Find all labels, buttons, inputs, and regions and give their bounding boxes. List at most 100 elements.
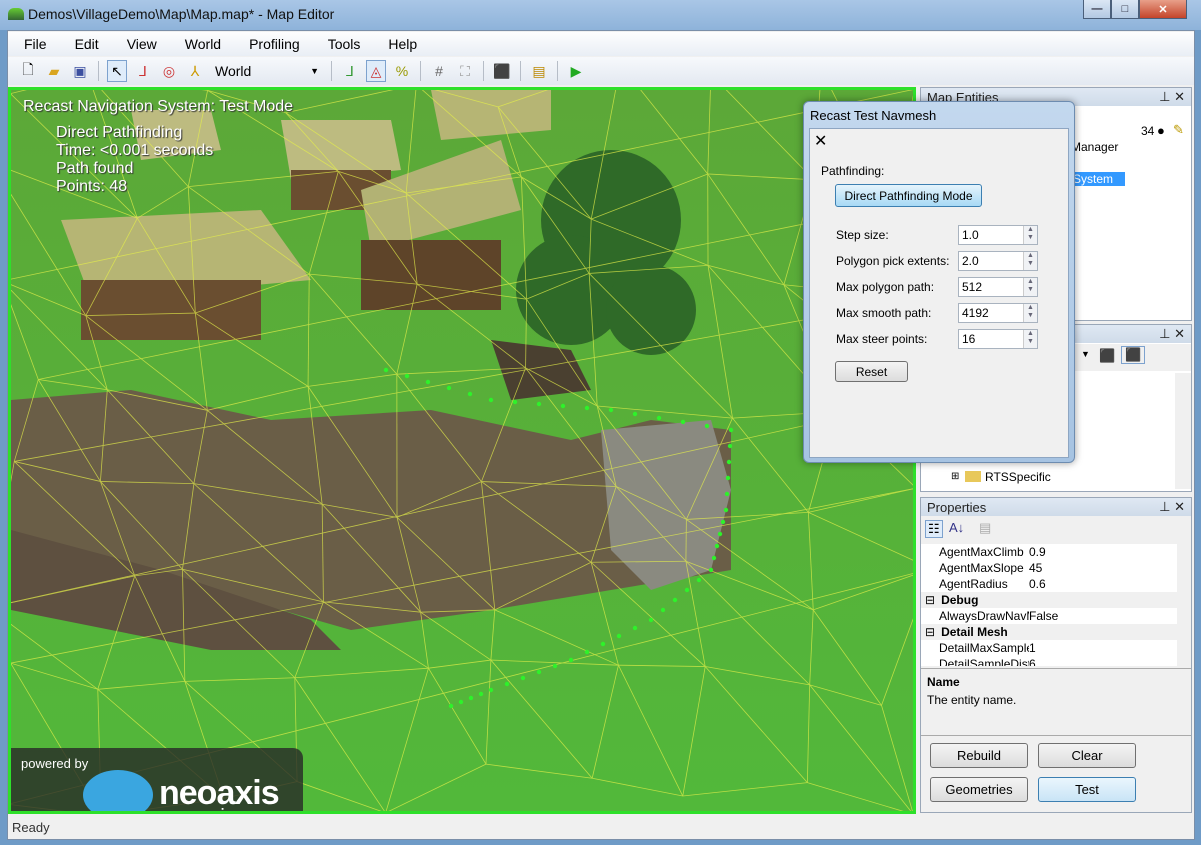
select-icon[interactable]: ↖ (107, 60, 127, 82)
close-icon[interactable]: ✕ (1174, 499, 1185, 514)
property-value[interactable]: 45 (1029, 561, 1042, 575)
reset-button[interactable]: Reset (835, 361, 908, 382)
menu-profiling[interactable]: Profiling (233, 36, 312, 52)
numeric-stepper[interactable]: 512 ▲ ▼ (958, 277, 1038, 297)
tree-item[interactable]: Manager (1071, 140, 1118, 154)
edit-icon[interactable]: ✎ (1173, 122, 1184, 138)
scene-render (11, 90, 913, 811)
grid-icon[interactable]: # (429, 60, 449, 82)
property-pages-icon[interactable]: ▤ (979, 520, 991, 536)
scrollbar[interactable] (1175, 373, 1191, 489)
clear-button[interactable]: Clear (1038, 743, 1136, 768)
sort-alpha-icon[interactable]: A↓ (949, 520, 964, 535)
minimize-button[interactable]: — (1083, 0, 1111, 19)
open-icon[interactable]: ▰ (44, 60, 64, 82)
entity-link-icon[interactable]: ⬛ (1121, 346, 1146, 364)
overlay-line: Points: 48 (56, 178, 128, 195)
frame-icon[interactable]: ⛶ (455, 60, 475, 82)
geometries-button[interactable]: Geometries (930, 777, 1028, 802)
menu-help[interactable]: Help (372, 36, 429, 52)
path-point (632, 625, 638, 631)
3d-viewport[interactable]: Recast Navigation System: Test Mode Dire… (8, 87, 916, 814)
path-point (467, 391, 473, 397)
coordinate-system-select[interactable]: World ▼ (211, 60, 323, 82)
path-point (704, 423, 710, 429)
separator (483, 61, 484, 81)
property-category[interactable]: ⊟ Detail Mesh (921, 624, 1177, 640)
menu-tools[interactable]: Tools (312, 36, 373, 52)
property-row[interactable]: DetailSampleDista 6 (921, 656, 1177, 666)
close-icon[interactable]: ✕ (1174, 326, 1185, 341)
move-icon[interactable]: ⅃ (133, 60, 153, 82)
property-value[interactable]: 6 (1029, 657, 1036, 666)
scale-icon[interactable]: ⅄ (185, 60, 205, 82)
close-icon[interactable]: ✕ (1174, 89, 1185, 104)
entity-icon[interactable]: ⬛ (1099, 348, 1115, 364)
field-row: Step size: 1.0 ▲ ▼ (836, 225, 1038, 245)
close-button[interactable]: ✕ (1139, 0, 1187, 19)
numeric-stepper[interactable]: 2.0 ▲ ▼ (958, 251, 1038, 271)
rotate-icon[interactable]: ◎ (159, 60, 179, 82)
property-value[interactable]: 0.9 (1029, 545, 1046, 559)
pin-icon[interactable]: ⊥ (1159, 89, 1170, 104)
spin-arrows-icon[interactable]: ▲ ▼ (1023, 304, 1037, 322)
property-value[interactable]: 1 (1029, 641, 1036, 655)
menu-edit[interactable]: Edit (59, 36, 111, 52)
separator (520, 61, 521, 81)
menu-world[interactable]: World (169, 36, 233, 52)
numeric-stepper[interactable]: 1.0 ▲ ▼ (958, 225, 1038, 245)
numeric-stepper[interactable]: 4192 ▲ ▼ (958, 303, 1038, 323)
path-point (568, 657, 574, 663)
menu-view[interactable]: View (111, 36, 169, 52)
category-name: Debug (941, 593, 979, 607)
path-point (458, 699, 464, 705)
close-icon[interactable]: ✕ (814, 131, 827, 151)
property-row[interactable]: AgentMaxSlope 45 (921, 560, 1177, 576)
spin-arrows-icon[interactable]: ▲ ▼ (1023, 226, 1037, 244)
percent-icon[interactable]: % (392, 60, 412, 82)
property-category[interactable]: ⊟ Debug (921, 592, 1177, 608)
menu-file[interactable]: File (8, 36, 59, 52)
rebuild-button[interactable]: Rebuild (930, 743, 1028, 768)
collapse-icon[interactable]: ⊟ (925, 593, 935, 607)
path-point (584, 649, 590, 655)
navmesh-icon[interactable]: ◬ (366, 60, 386, 82)
property-grid[interactable]: AgentMaxClimb 0.9 AgentMaxSlope 45 AgentRadi… (921, 544, 1177, 666)
scrollbar[interactable] (1177, 544, 1191, 666)
snap-icon[interactable]: ⅃ (340, 60, 360, 82)
play-icon[interactable]: ▶ (566, 60, 586, 82)
path-point (724, 491, 730, 497)
test-button[interactable]: Test (1038, 777, 1136, 802)
entity-icon[interactable]: ⬛ (492, 60, 512, 82)
categorized-icon[interactable]: ☷ (925, 520, 943, 538)
collapse-icon[interactable]: ⊟ (925, 625, 935, 639)
property-row[interactable]: AlwaysDrawNavMeFalse (921, 608, 1177, 624)
tree-item[interactable]: RTSSpecific (985, 470, 1051, 484)
pin-icon[interactable]: ⊥ (1159, 326, 1170, 341)
new-icon[interactable]: 🗋 (18, 60, 38, 82)
pin-icon[interactable]: ⊥ (1159, 499, 1170, 514)
properties-panel: Properties ⊥ ✕ ☷ A↓ ▤ AgentMaxClimb 0.9 Age… (920, 497, 1192, 813)
numeric-stepper[interactable]: 16 ▲ ▼ (958, 329, 1038, 349)
path-point (708, 567, 714, 573)
property-row[interactable]: DetailMaxSampleE1 (921, 640, 1177, 656)
spin-arrows-icon[interactable]: ▲ ▼ (1023, 330, 1037, 348)
direct-pathfinding-mode-button[interactable]: Direct Pathfinding Mode (835, 184, 982, 207)
tree-item-selected[interactable]: System (1071, 172, 1125, 186)
chevron-down-icon[interactable]: ▼ (1081, 349, 1090, 359)
path-point (696, 577, 702, 583)
entity-count: 34 (1141, 124, 1155, 138)
property-value[interactable]: False (1029, 609, 1058, 623)
eye-icon[interactable]: ● (1157, 123, 1165, 138)
property-row[interactable]: AgentRadius 0.6 (921, 576, 1177, 592)
expand-icon[interactable]: ⊞ (951, 471, 959, 482)
property-row[interactable]: AgentMaxClimb 0.9 (921, 544, 1177, 560)
spin-arrows-icon[interactable]: ▲ ▼ (1023, 252, 1037, 270)
maximize-button[interactable]: □ (1111, 0, 1139, 19)
path-point (560, 403, 566, 409)
save-icon[interactable]: ▣ (70, 60, 90, 82)
properties-icon[interactable]: ▤ (529, 60, 549, 82)
spin-arrows-icon[interactable]: ▲ ▼ (1023, 278, 1037, 296)
field-value: 4192 (962, 306, 989, 320)
property-value[interactable]: 0.6 (1029, 577, 1046, 591)
